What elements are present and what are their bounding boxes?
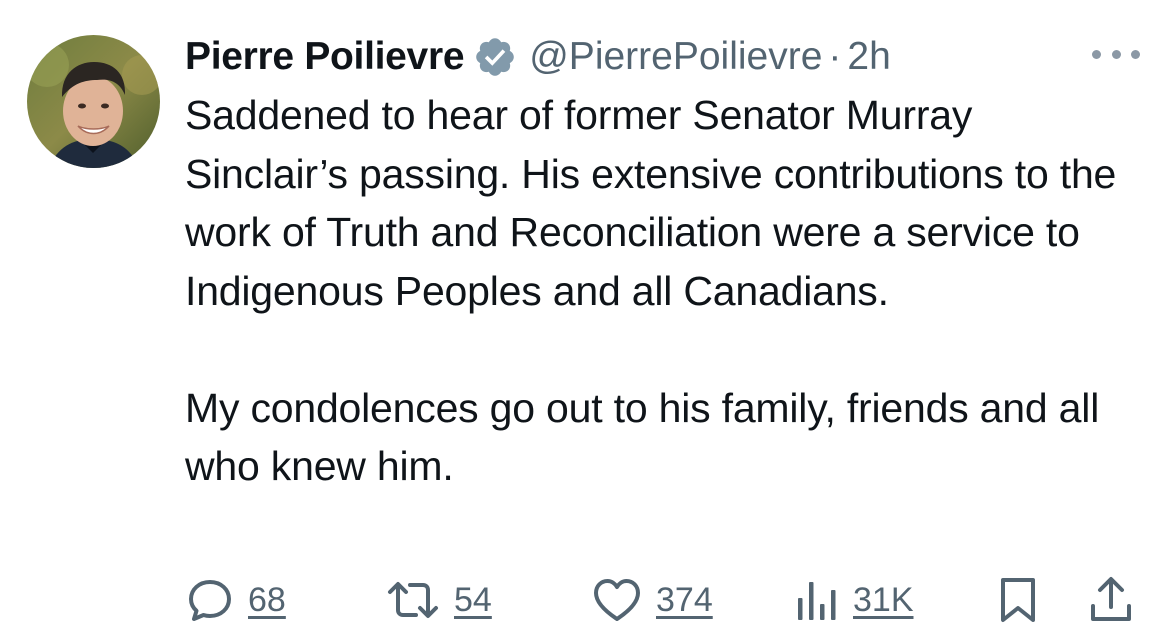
reply-count: 68 — [248, 580, 286, 619]
separator-dot: · — [828, 35, 842, 78]
repost-button[interactable]: 54 — [386, 568, 492, 632]
more-dot — [1092, 49, 1101, 59]
tweet-paragraph-2: My condolences go out to his family, fri… — [185, 384, 1100, 490]
tweet-text: Saddened to hear of former Senator Murra… — [185, 86, 1145, 496]
share-icon — [1088, 575, 1134, 625]
avatar[interactable] — [27, 35, 160, 168]
bookmark-icon — [998, 575, 1038, 625]
author-handle[interactable]: @PierrePoilievre — [529, 35, 822, 79]
tweet-header: Pierre Poilievre @PierrePoilievre · 2h — [185, 28, 891, 86]
timestamp[interactable]: 2h — [847, 35, 890, 79]
share-button[interactable] — [1088, 568, 1134, 632]
like-button[interactable]: 374 — [592, 568, 713, 632]
more-dot — [1111, 49, 1121, 59]
more-options-icon[interactable] — [1092, 44, 1140, 64]
repost-count: 54 — [454, 580, 492, 619]
reply-button[interactable]: 68 — [186, 568, 286, 632]
more-dot — [1131, 49, 1140, 59]
repost-icon — [386, 576, 440, 624]
like-count: 374 — [656, 580, 713, 619]
tweet-paragraph-1: Saddened to hear of former Senator Murra… — [185, 92, 1117, 314]
bar-chart-icon — [795, 576, 839, 624]
action-bar: 68 54 374 31K — [0, 568, 1170, 632]
avatar-photo — [27, 35, 160, 168]
bookmark-button[interactable] — [998, 568, 1038, 632]
verified-badge-icon — [473, 35, 517, 79]
reply-icon — [186, 576, 234, 624]
heart-icon — [592, 577, 642, 623]
author-name[interactable]: Pierre Poilievre — [185, 35, 465, 79]
views-count: 31K — [853, 580, 914, 619]
views-button[interactable]: 31K — [795, 568, 914, 632]
tweet-card[interactable]: Pierre Poilievre @PierrePoilievre · 2h S… — [0, 0, 1170, 636]
